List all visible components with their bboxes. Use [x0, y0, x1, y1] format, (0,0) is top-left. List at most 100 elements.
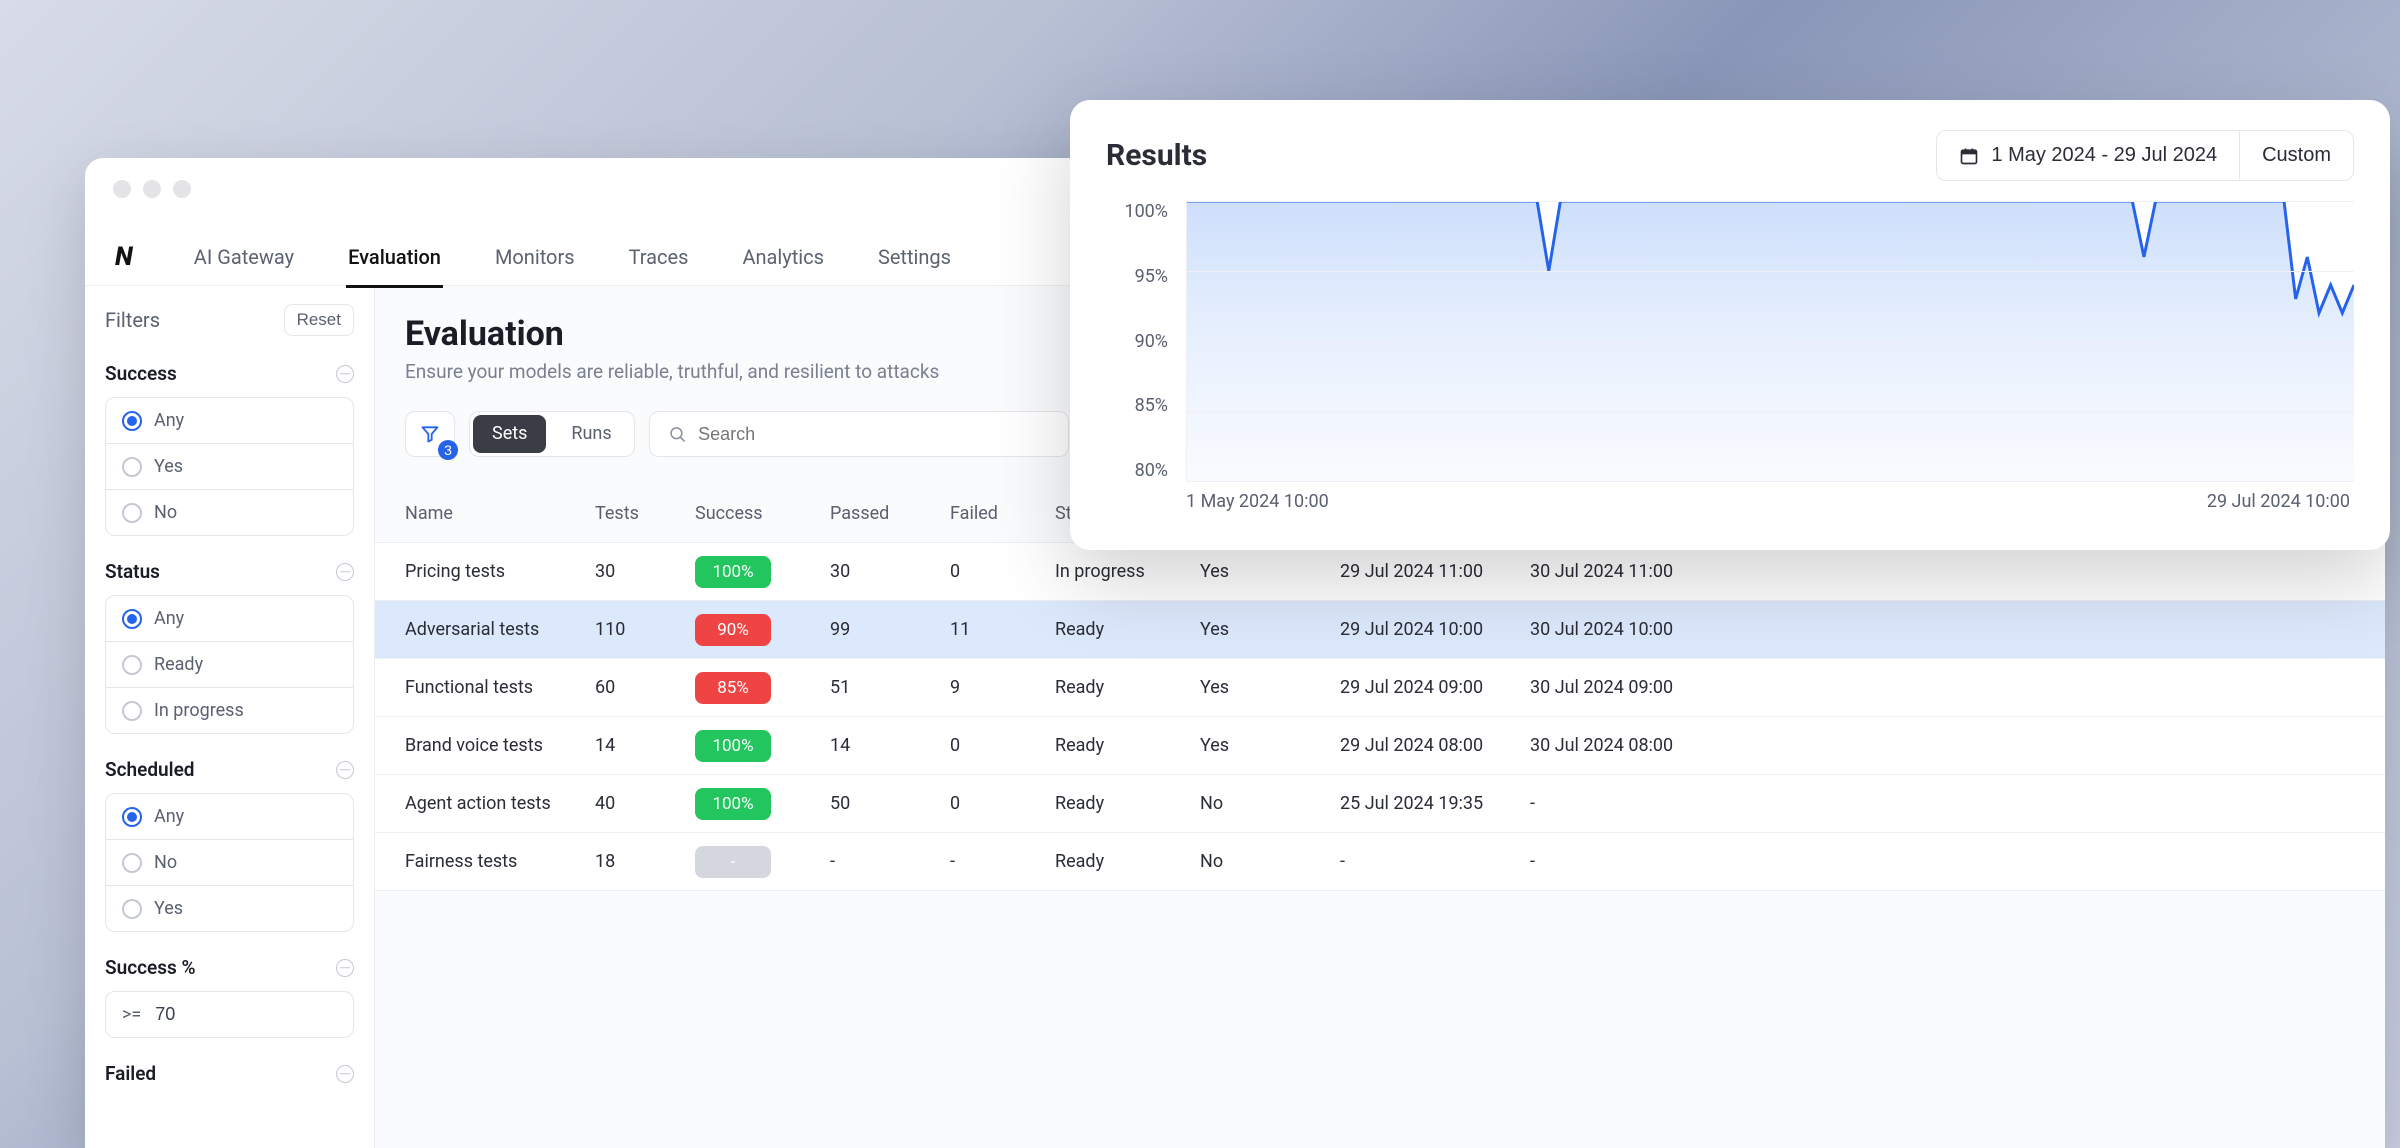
- collapse-icon[interactable]: [336, 365, 354, 383]
- filter-group-scheduled: Scheduled Any No Yes: [105, 758, 354, 932]
- column-header[interactable]: Success: [695, 503, 830, 524]
- filter-title: Scheduled: [105, 758, 195, 781]
- tab-sets[interactable]: Sets: [473, 415, 546, 453]
- table-cell: Yes: [1200, 619, 1340, 640]
- column-header[interactable]: Passed: [830, 503, 950, 524]
- table-cell: Ready: [1055, 851, 1200, 872]
- table-row[interactable]: Fairness tests18---ReadyNo--: [375, 833, 2385, 891]
- table-cell: 18: [595, 851, 695, 872]
- radio-option[interactable]: Any: [106, 794, 353, 840]
- chart-plot: [1186, 201, 2354, 481]
- table-cell: 29 Jul 2024 11:00: [1340, 561, 1530, 582]
- reset-button[interactable]: Reset: [284, 304, 354, 336]
- table-row[interactable]: Pricing tests30100%300In progressYes29 J…: [375, 543, 2385, 601]
- table-cell: Yes: [1200, 561, 1340, 582]
- table-cell: 30 Jul 2024 11:00: [1530, 561, 1730, 582]
- search-box[interactable]: [649, 411, 1069, 457]
- radio-icon: [122, 807, 142, 827]
- window-dot[interactable]: [143, 180, 161, 198]
- nav-item-analytics[interactable]: Analytics: [740, 227, 826, 287]
- window-controls: [113, 180, 191, 198]
- success-badge: 85%: [695, 672, 771, 704]
- collapse-icon[interactable]: [336, 563, 354, 581]
- radio-option[interactable]: Yes: [106, 886, 353, 931]
- radio-option[interactable]: Any: [106, 596, 353, 642]
- funnel-icon: [420, 424, 440, 444]
- radio-label: Any: [154, 410, 184, 431]
- success-badge: 100%: [695, 556, 771, 588]
- success-pct-input[interactable]: >=: [105, 991, 354, 1038]
- table-cell: -: [1340, 851, 1530, 872]
- radio-option[interactable]: No: [106, 490, 353, 535]
- radio-label: Any: [154, 806, 184, 827]
- radio-label: Yes: [154, 898, 183, 919]
- column-header[interactable]: Failed: [950, 503, 1055, 524]
- results-chart: 100%95%90%85%80%: [1106, 201, 2354, 481]
- collapse-icon[interactable]: [336, 761, 354, 779]
- radio-option[interactable]: No: [106, 840, 353, 886]
- table-row[interactable]: Agent action tests40100%500ReadyNo25 Jul…: [375, 775, 2385, 833]
- table-cell: 29 Jul 2024 09:00: [1340, 677, 1530, 698]
- radio-label: No: [154, 502, 177, 523]
- window-dot[interactable]: [113, 180, 131, 198]
- table-cell: Fairness tests: [405, 851, 595, 872]
- logo: N: [115, 242, 132, 272]
- success-pct-value[interactable]: [155, 1004, 215, 1025]
- column-header[interactable]: Tests: [595, 503, 695, 524]
- table-cell: Agent action tests: [405, 793, 595, 814]
- table-cell: 0: [950, 561, 1055, 582]
- nav-item-settings[interactable]: Settings: [876, 227, 953, 287]
- collapse-icon[interactable]: [336, 1065, 354, 1083]
- date-range-button[interactable]: 1 May 2024 - 29 Jul 2024: [1936, 130, 2240, 181]
- radio-option[interactable]: Yes: [106, 444, 353, 490]
- nav-item-traces[interactable]: Traces: [627, 227, 691, 287]
- table-cell: Yes: [1200, 677, 1340, 698]
- success-badge: 90%: [695, 614, 771, 646]
- table-row[interactable]: Functional tests6085%519ReadyYes29 Jul 2…: [375, 659, 2385, 717]
- success-badge: 100%: [695, 730, 771, 762]
- table-cell: 100%: [695, 556, 830, 588]
- filter-group-success: Success Any Yes No: [105, 362, 354, 536]
- table-cell: No: [1200, 793, 1340, 814]
- table-cell: 9: [950, 677, 1055, 698]
- table-cell: 25 Jul 2024 19:35: [1340, 793, 1530, 814]
- table-cell: 50: [830, 793, 950, 814]
- filter-count-badge: 3: [438, 440, 458, 460]
- table-cell: Brand voice tests: [405, 735, 595, 756]
- table-row[interactable]: Adversarial tests11090%9911ReadyYes29 Ju…: [375, 601, 2385, 659]
- y-tick-label: 100%: [1106, 201, 1168, 222]
- table-cell: 110: [595, 619, 695, 640]
- table-cell: Ready: [1055, 619, 1200, 640]
- window-dot[interactable]: [173, 180, 191, 198]
- table-cell: 85%: [695, 672, 830, 704]
- custom-range-button[interactable]: Custom: [2240, 130, 2354, 181]
- table-row[interactable]: Brand voice tests14100%140ReadyYes29 Jul…: [375, 717, 2385, 775]
- filter-title: Failed: [105, 1062, 156, 1085]
- tab-runs[interactable]: Runs: [549, 412, 633, 456]
- x-axis: 1 May 2024 10:00 29 Jul 2024 10:00: [1106, 491, 2354, 512]
- search-input[interactable]: [698, 424, 1050, 445]
- filter-title: Success %: [105, 956, 196, 979]
- radio-option[interactable]: Ready: [106, 642, 353, 688]
- nav-item-ai-gateway[interactable]: AI Gateway: [192, 227, 296, 287]
- table-cell: -: [830, 851, 950, 872]
- radio-option[interactable]: In progress: [106, 688, 353, 733]
- table-cell: -: [695, 846, 830, 878]
- filter-button[interactable]: 3: [405, 411, 455, 457]
- radio-icon: [122, 503, 142, 523]
- search-icon: [668, 424, 686, 444]
- table-cell: 0: [950, 735, 1055, 756]
- success-badge: -: [695, 846, 771, 878]
- radio-icon: [122, 899, 142, 919]
- y-axis: 100%95%90%85%80%: [1106, 201, 1176, 481]
- table-cell: In progress: [1055, 561, 1200, 582]
- nav-item-monitors[interactable]: Monitors: [493, 227, 577, 287]
- column-header[interactable]: Name: [405, 503, 595, 524]
- radio-option[interactable]: Any: [106, 398, 353, 444]
- nav-item-evaluation[interactable]: Evaluation: [346, 227, 443, 287]
- table-cell: 30 Jul 2024 10:00: [1530, 619, 1730, 640]
- x-end-label: 29 Jul 2024 10:00: [2207, 491, 2350, 512]
- collapse-icon[interactable]: [336, 959, 354, 977]
- filters-sidebar: Filters Reset Success AnyYesNo Status An…: [85, 286, 375, 1148]
- filter-title: Success: [105, 362, 177, 385]
